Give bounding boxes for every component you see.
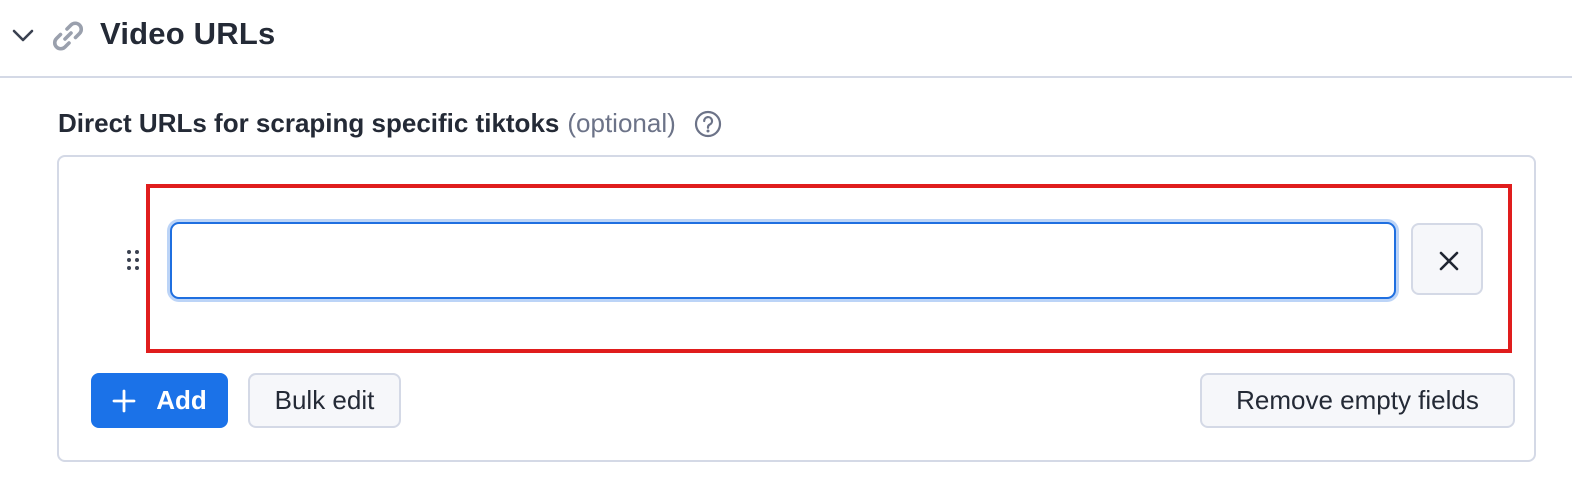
close-icon <box>1439 251 1459 271</box>
remove-empty-fields-label: Remove empty fields <box>1236 385 1479 415</box>
url-input[interactable] <box>170 222 1396 299</box>
section-title: Video URLs <box>100 16 276 51</box>
section-header[interactable]: Video URLs <box>0 0 1572 78</box>
field-label: Direct URLs for scraping specific tiktok… <box>58 108 676 139</box>
add-button-label: Add <box>156 385 207 415</box>
plus-icon <box>112 389 136 412</box>
field-label-text: Direct URLs for scraping specific tiktok… <box>58 108 560 138</box>
remove-empty-fields-button[interactable]: Remove empty fields <box>1200 373 1515 428</box>
bulk-edit-button[interactable]: Bulk edit <box>248 373 401 428</box>
optional-label: (optional) <box>567 108 676 138</box>
question-circle-icon[interactable] <box>694 110 722 138</box>
remove-item-button[interactable] <box>1411 223 1483 295</box>
chevron-down-icon[interactable] <box>10 22 36 48</box>
add-button[interactable]: Add <box>91 373 228 428</box>
drag-handle-icon[interactable] <box>125 248 143 272</box>
bulk-edit-label: Bulk edit <box>274 385 375 415</box>
link-icon <box>50 18 86 54</box>
